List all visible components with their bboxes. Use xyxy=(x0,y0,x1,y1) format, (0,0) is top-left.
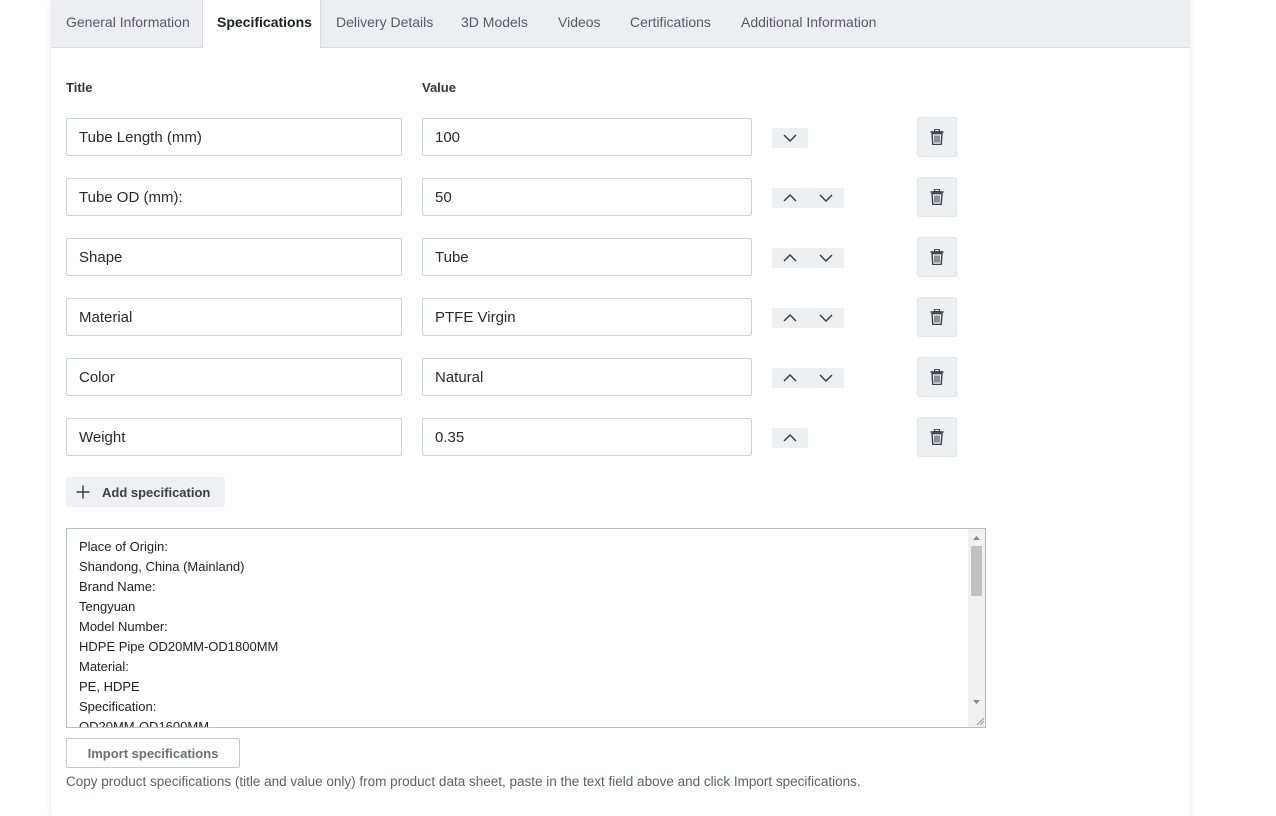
import-specifications-button[interactable]: Import specifications xyxy=(66,738,240,768)
chevron-down-icon xyxy=(783,134,797,142)
spec-value-input[interactable] xyxy=(422,418,752,456)
move-up-button[interactable] xyxy=(772,308,808,328)
textarea-line: OD20MM-OD1600MM xyxy=(79,719,210,727)
chevron-up-icon xyxy=(783,374,797,382)
title-column-header: Title xyxy=(66,80,93,95)
textarea-line: HDPE Pipe OD20MM-OD1800MM xyxy=(79,639,279,654)
textarea-line: Brand Name: xyxy=(79,579,156,594)
move-down-button[interactable] xyxy=(808,308,844,328)
tab-bar: General Information Specifications Deliv… xyxy=(51,0,1190,48)
move-down-button[interactable] xyxy=(808,248,844,268)
delete-specification-button[interactable] xyxy=(917,237,957,277)
trash-icon xyxy=(930,129,944,145)
delete-specification-button[interactable] xyxy=(917,177,957,217)
chevron-down-icon xyxy=(819,254,833,262)
spec-title-input[interactable] xyxy=(66,118,402,156)
add-specification-label: Add specification xyxy=(102,484,211,500)
import-help-text: Copy product specifications (title and v… xyxy=(66,774,861,789)
textarea-line: Material: xyxy=(79,659,129,674)
delete-specification-button[interactable] xyxy=(917,357,957,397)
spec-value-input[interactable] xyxy=(422,118,752,156)
chevron-down-icon xyxy=(819,374,833,382)
move-up-button[interactable] xyxy=(772,368,808,388)
trash-icon xyxy=(930,369,944,385)
specifications-panel: General Information Specifications Deliv… xyxy=(51,0,1190,816)
textarea-line: PE, HDPE xyxy=(79,679,140,694)
spec-title-input[interactable] xyxy=(66,298,402,336)
textarea-line: Shandong, China (Mainland) xyxy=(79,559,245,574)
chevron-up-icon xyxy=(783,254,797,262)
add-specification-button[interactable]: Add specification xyxy=(66,477,225,507)
move-down-button[interactable] xyxy=(808,188,844,208)
trash-icon xyxy=(930,189,944,205)
spec-value-input[interactable] xyxy=(422,298,752,336)
textarea-line: Tengyuan xyxy=(79,599,136,614)
trash-icon xyxy=(930,429,944,445)
move-up-button[interactable] xyxy=(772,428,808,448)
value-column-header: Value xyxy=(422,80,456,95)
textarea-line: Model Number: xyxy=(79,619,168,634)
chevron-down-icon xyxy=(819,194,833,202)
textarea-line: Place of Origin: xyxy=(79,539,168,554)
chevron-up-icon xyxy=(783,434,797,442)
move-up-button[interactable] xyxy=(772,188,808,208)
spec-title-input[interactable] xyxy=(66,358,402,396)
tab-3d-models[interactable]: 3D Models xyxy=(461,0,528,47)
textarea-scrollbar[interactable] xyxy=(968,529,985,727)
spec-value-input[interactable] xyxy=(422,178,752,216)
plus-icon xyxy=(76,485,90,499)
spec-value-input[interactable] xyxy=(422,238,752,276)
tab-certifications[interactable]: Certifications xyxy=(630,0,711,47)
tab-specifications[interactable]: Specifications xyxy=(202,0,321,48)
trash-icon xyxy=(930,249,944,265)
delete-specification-button[interactable] xyxy=(917,297,957,337)
textarea-line: Specification: xyxy=(79,699,157,714)
tab-additional-information[interactable]: Additional Information xyxy=(741,0,876,47)
move-down-button[interactable] xyxy=(808,368,844,388)
delete-specification-button[interactable] xyxy=(917,117,957,157)
move-down-button[interactable] xyxy=(772,128,808,148)
trash-icon xyxy=(930,309,944,325)
chevron-up-icon xyxy=(783,194,797,202)
chevron-up-icon xyxy=(783,314,797,322)
spec-title-input[interactable] xyxy=(66,418,402,456)
textarea-content: Place of Origin: Shandong, China (Mainlan… xyxy=(79,537,965,727)
tab-general-information[interactable]: General Information xyxy=(66,0,190,47)
move-up-button[interactable] xyxy=(772,248,808,268)
tab-delivery-details[interactable]: Delivery Details xyxy=(336,0,433,47)
import-specifications-textarea[interactable]: Place of Origin: Shandong, China (Mainlan… xyxy=(66,528,986,728)
tab-videos[interactable]: Videos xyxy=(558,0,601,47)
chevron-down-icon xyxy=(819,314,833,322)
spec-title-input[interactable] xyxy=(66,178,402,216)
spec-value-input[interactable] xyxy=(422,358,752,396)
delete-specification-button[interactable] xyxy=(917,417,957,457)
spec-title-input[interactable] xyxy=(66,238,402,276)
